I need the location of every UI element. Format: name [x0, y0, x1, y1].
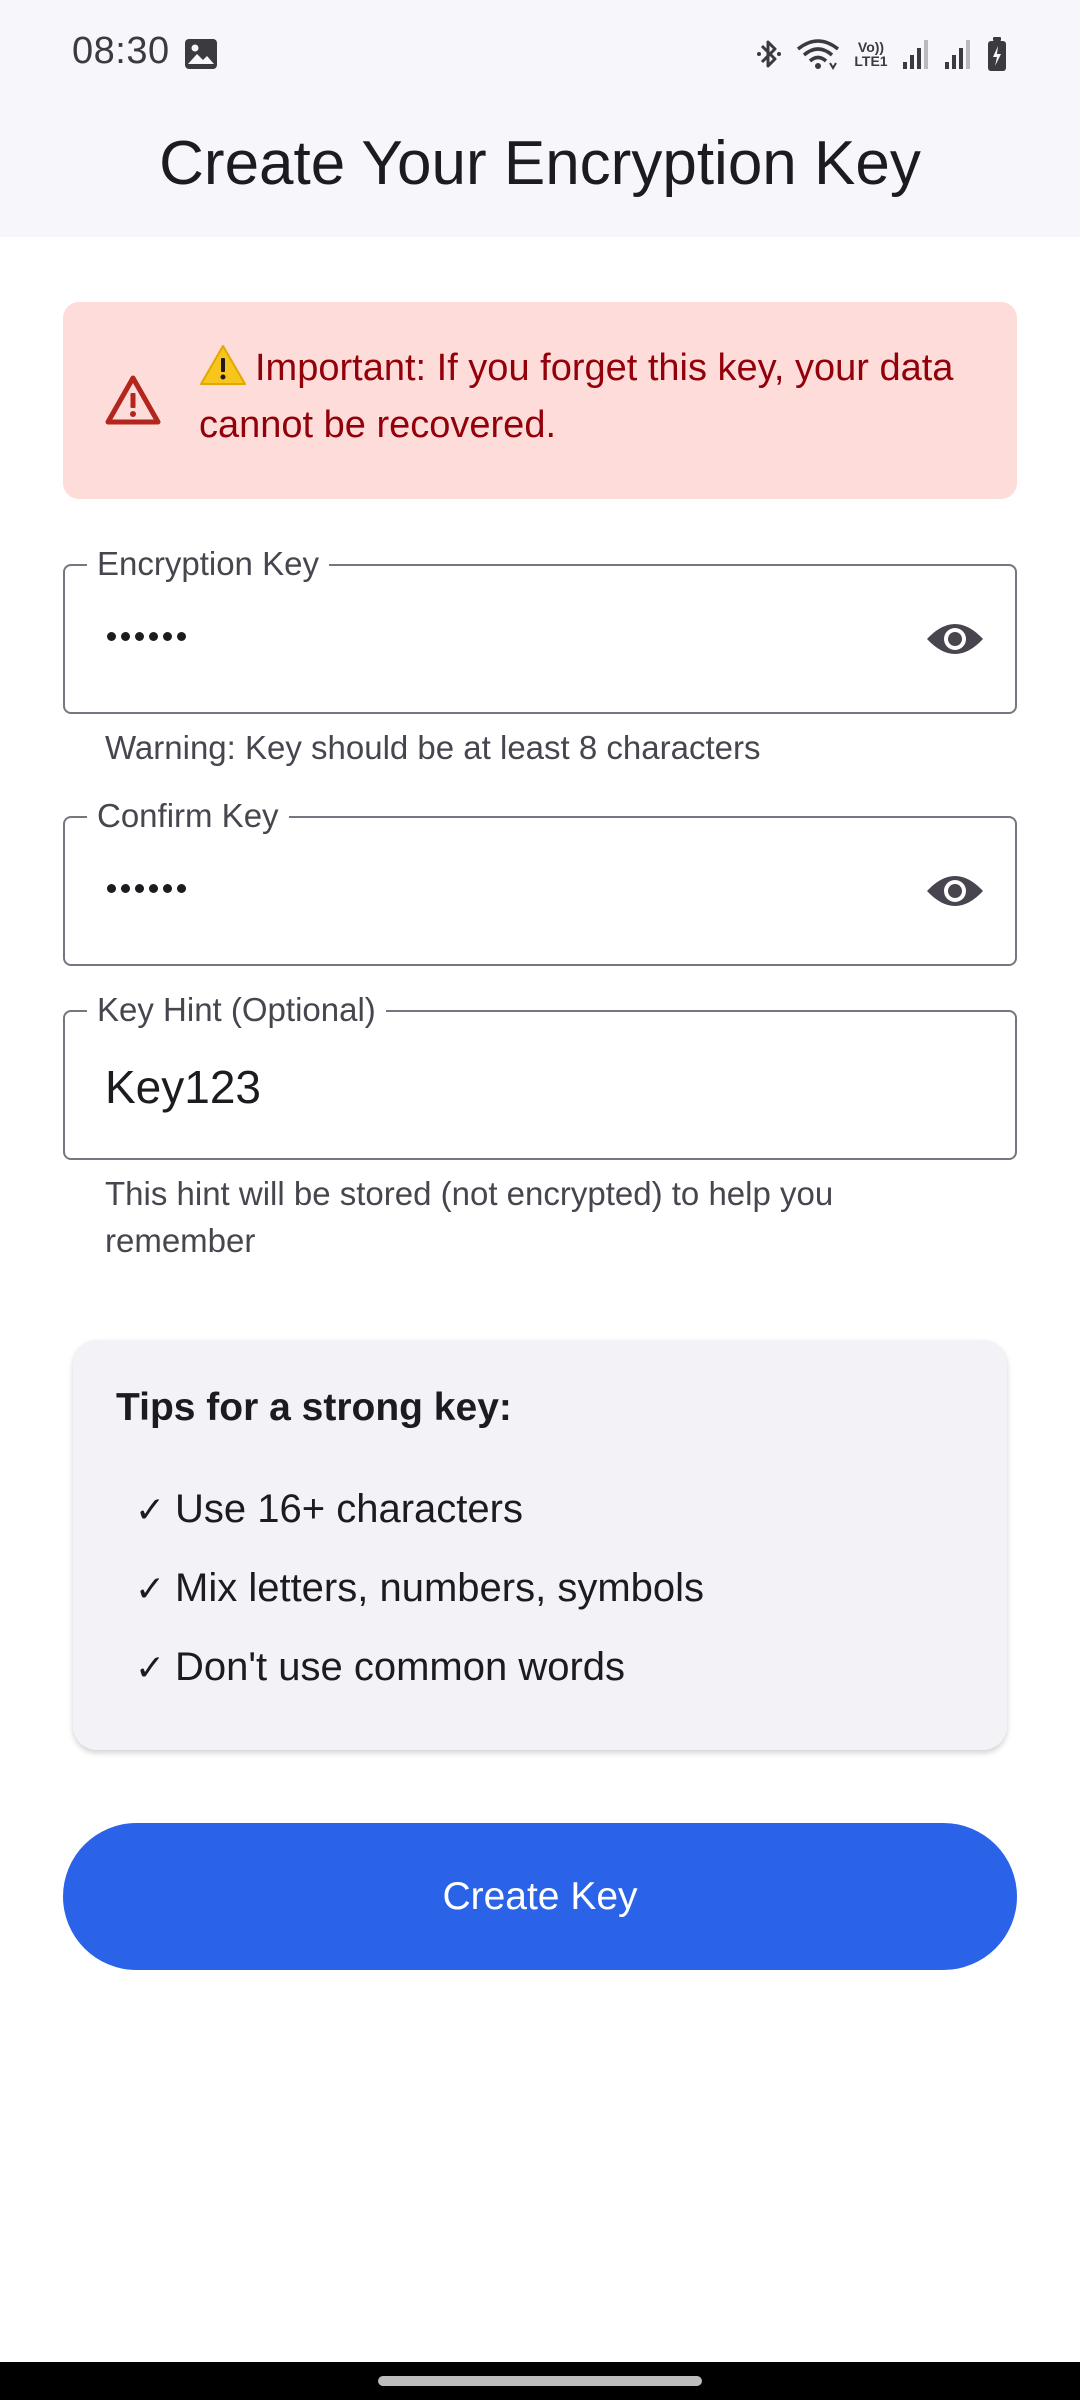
encryption-key-masked-value [107, 632, 186, 641]
page-title: Create Your Encryption Key [159, 129, 921, 198]
tip-text: Use 16+ characters [175, 1487, 523, 1531]
volte-top-text: Vo)) [857, 39, 885, 55]
confirm-key-label: Confirm Key [87, 796, 289, 836]
create-key-label: Create Key [442, 1874, 638, 1918]
battery-icon [988, 37, 1006, 71]
encryption-key-helper: Warning: Key should be at least 8 charac… [105, 729, 761, 766]
create-key-button[interactable]: Create Key [63, 1823, 1017, 1970]
encryption-key-field[interactable]: Encryption Key [63, 544, 1017, 714]
confirm-key-masked-value [107, 884, 186, 893]
warning-text: Important: If you forget this key, your … [199, 347, 954, 446]
key-hint-value[interactable]: Key123 [105, 1062, 261, 1112]
status-bar: 08:30 Vo)) LTE1 [0, 0, 1080, 108]
toggle-visibility-encryption-key-button[interactable] [925, 616, 985, 662]
signal-icon [945, 40, 970, 69]
check-icon: ✓ [135, 1488, 166, 1530]
warning-message: Important: If you forget this key, your … [199, 340, 989, 454]
system-nav-bar [0, 2362, 1080, 2400]
warning-triangle-icon [105, 375, 161, 425]
eye-icon [927, 624, 983, 654]
key-hint-helper: This hint will be stored (not encrypted)… [105, 1175, 834, 1259]
bluetooth-icon [757, 40, 781, 68]
tips-list: ✓ Use 16+ characters ✓ Mix letters, numb… [135, 1470, 704, 1707]
photo-icon [185, 39, 217, 69]
volte-bottom-text: LTE1 [854, 53, 888, 69]
check-icon: ✓ [135, 1567, 166, 1609]
key-hint-field[interactable]: Key Hint (Optional) Key123 [63, 990, 1017, 1160]
tip-item: ✓ Mix letters, numbers, symbols [135, 1549, 704, 1628]
tip-item: ✓ Use 16+ characters [135, 1470, 704, 1549]
status-icons: Vo)) LTE1 [756, 34, 1008, 74]
home-gesture-handle[interactable] [378, 2376, 702, 2386]
eye-icon [927, 876, 983, 906]
tip-item: ✓ Don't use common words [135, 1628, 704, 1707]
confirm-key-field[interactable]: Confirm Key [63, 796, 1017, 966]
status-time: 08:30 [72, 30, 170, 72]
encryption-key-label: Encryption Key [87, 544, 329, 584]
tips-card: Tips for a strong key: ✓ Use 16+ charact… [73, 1340, 1007, 1750]
top-app-area: 08:30 Vo)) LTE1 Create Your Encryption K… [0, 0, 1080, 237]
tip-text: Mix letters, numbers, symbols [175, 1566, 705, 1610]
warning-emoji-icon [200, 345, 246, 385]
key-hint-label: Key Hint (Optional) [87, 990, 386, 1030]
volte-icon: Vo)) LTE1 [854, 40, 888, 68]
signal-icon [903, 40, 928, 69]
toggle-visibility-confirm-key-button[interactable] [925, 868, 985, 914]
warning-banner: Important: If you forget this key, your … [63, 302, 1017, 499]
tip-text: Don't use common words [175, 1645, 626, 1689]
tips-title: Tips for a strong key: [116, 1386, 512, 1429]
wifi-icon [796, 39, 840, 70]
check-icon: ✓ [135, 1646, 166, 1688]
